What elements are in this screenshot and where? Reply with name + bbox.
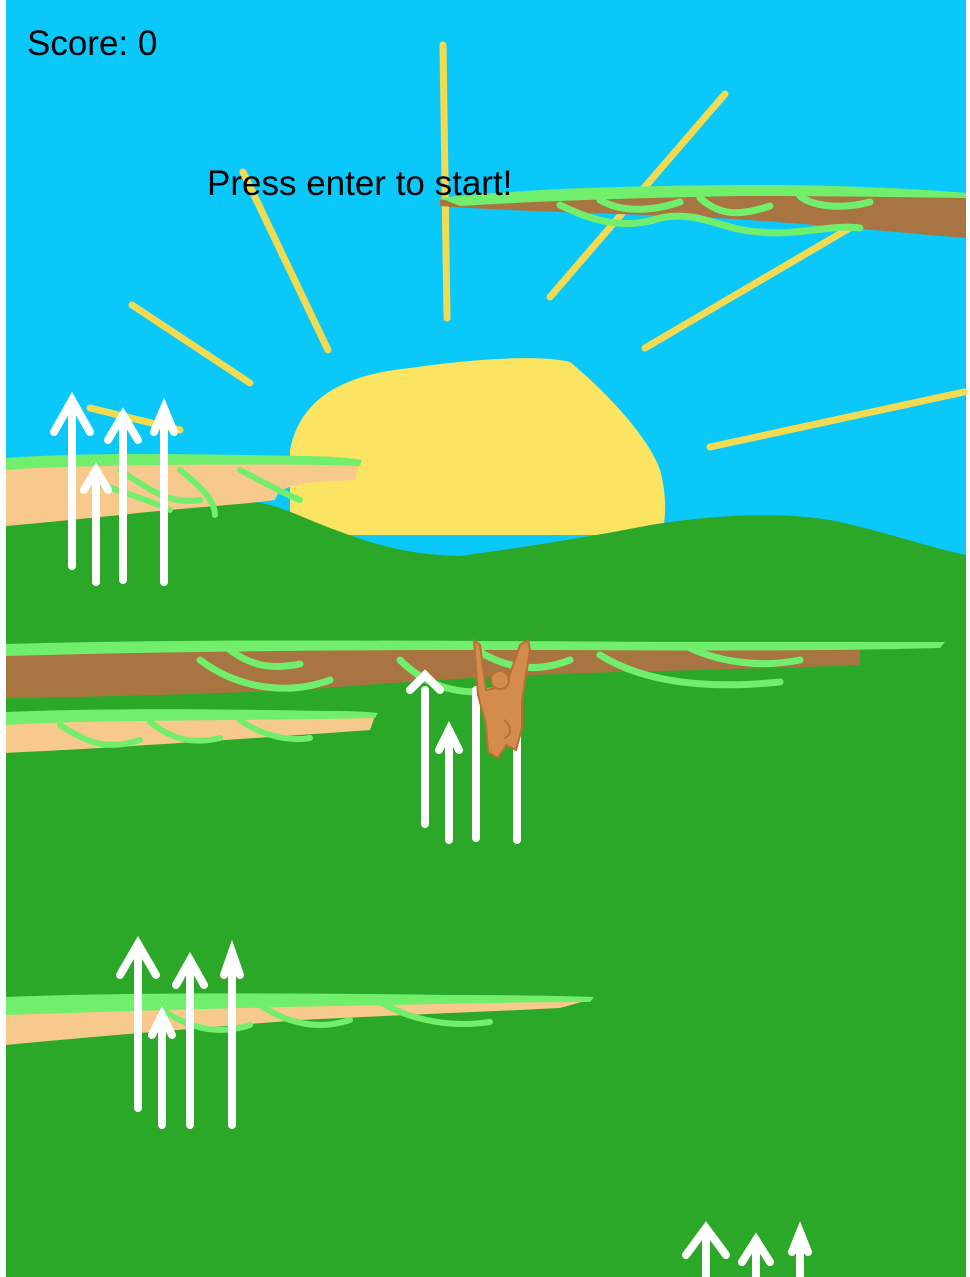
hills [6, 499, 966, 1277]
game-canvas[interactable]: Score: 0 Press enter to start! [0, 0, 970, 1277]
start-prompt: Press enter to start! [207, 164, 513, 203]
score-label: Score: 0 [27, 24, 158, 63]
